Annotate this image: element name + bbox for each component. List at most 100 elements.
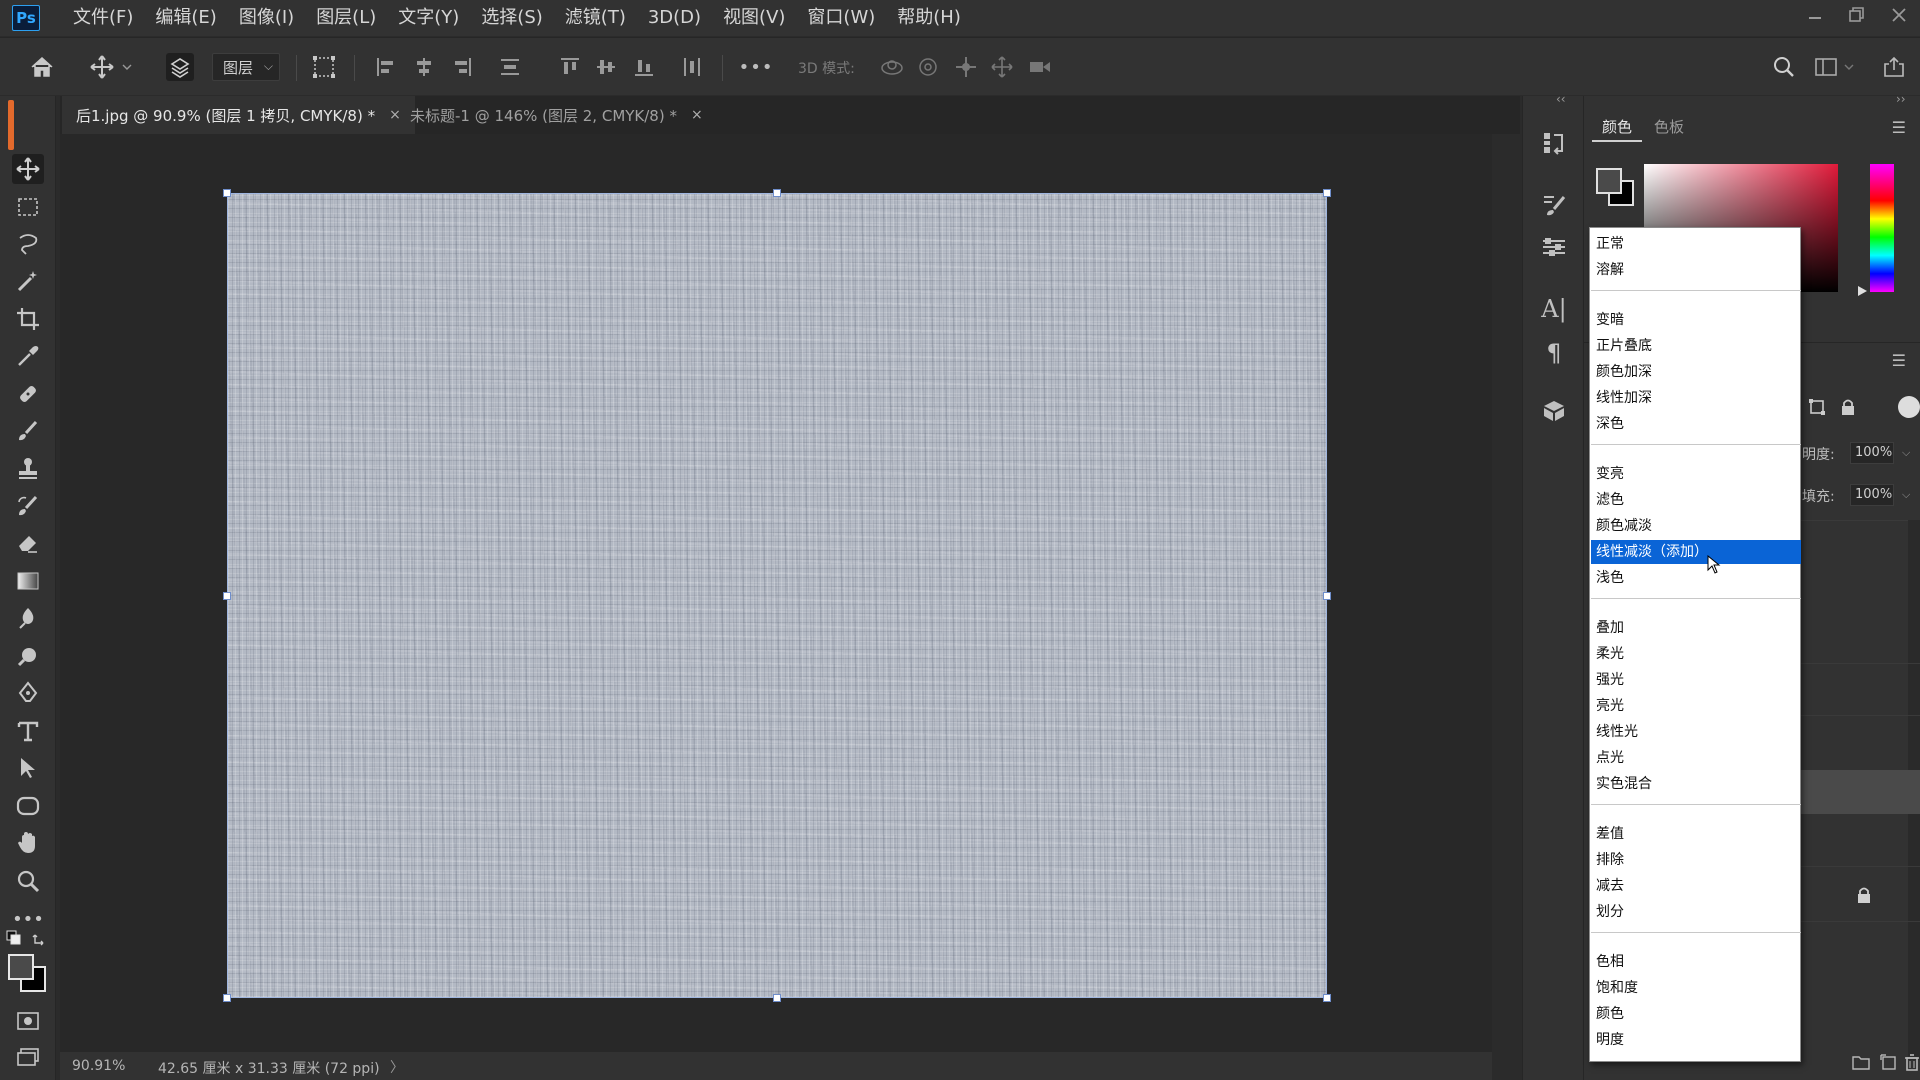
blend-mode-option[interactable]: 变亮 <box>1591 462 1801 486</box>
3d-pan-icon[interactable] <box>952 53 980 81</box>
blend-mode-option[interactable]: 线性光 <box>1591 720 1801 744</box>
blend-mode-option[interactable]: 线性加深 <box>1591 386 1801 410</box>
align-right-icon[interactable] <box>448 53 476 81</box>
blend-mode-option[interactable]: 正常 <box>1591 232 1801 256</box>
minimize-icon[interactable] <box>1794 0 1836 30</box>
blend-mode-option[interactable]: 颜色 <box>1591 1002 1801 1026</box>
close-icon[interactable] <box>1878 0 1920 30</box>
menu-window[interactable]: 窗口(W) <box>796 0 886 36</box>
blend-mode-option[interactable]: 颜色加深 <box>1591 360 1801 384</box>
3d-panel-icon[interactable] <box>1539 396 1569 426</box>
quick-mask-icon[interactable] <box>12 1006 44 1036</box>
panel-grip[interactable] <box>8 100 14 150</box>
menu-type[interactable]: 文字(Y) <box>387 0 470 36</box>
auto-select-icon[interactable] <box>166 53 194 81</box>
history-brush-tool-icon[interactable] <box>12 491 44 521</box>
paragraph-panel-icon[interactable]: ¶ <box>1539 338 1569 368</box>
menu-filter[interactable]: 滤镜(T) <box>554 0 637 36</box>
3d-orbit-icon[interactable] <box>878 53 906 81</box>
transform-handle[interactable] <box>1323 994 1331 1002</box>
panel-menu-icon[interactable]: ☰ <box>1892 351 1906 370</box>
history-panel-icon[interactable] <box>1539 128 1569 158</box>
menu-layer[interactable]: 图层(L) <box>305 0 387 36</box>
align-bottom-icon[interactable] <box>630 53 658 81</box>
adjustments-icon[interactable] <box>1539 232 1569 262</box>
transform-handle[interactable] <box>223 189 231 197</box>
marquee-tool-icon[interactable] <box>12 192 44 222</box>
layer-row-selected[interactable] <box>1792 770 1920 814</box>
restore-icon[interactable] <box>1836 0 1878 30</box>
document-canvas-texture[interactable] <box>223 189 1331 1002</box>
brush-settings-icon[interactable] <box>1539 190 1569 220</box>
gradient-tool-icon[interactable] <box>12 566 44 596</box>
more-options-button[interactable]: ••• <box>739 53 773 81</box>
tab-color[interactable]: 颜色 <box>1592 112 1643 142</box>
blend-mode-option[interactable]: 差值 <box>1591 822 1801 846</box>
blend-mode-option[interactable]: 减去 <box>1591 874 1801 898</box>
transform-handle[interactable] <box>1323 189 1331 197</box>
transform-handle[interactable] <box>223 592 231 600</box>
status-menu-arrow[interactable]: 〉 <box>390 1057 404 1077</box>
path-selection-tool-icon[interactable] <box>12 753 44 783</box>
blend-mode-option[interactable]: 明度 <box>1591 1028 1801 1052</box>
move-tool-icon[interactable] <box>88 53 116 81</box>
3d-roll-icon[interactable] <box>914 53 942 81</box>
align-vertical-center-icon[interactable] <box>592 53 620 81</box>
chevron-down-icon[interactable] <box>120 53 134 81</box>
menu-view[interactable]: 视图(V) <box>712 0 796 36</box>
panel-menu-icon[interactable]: ☰ <box>1892 118 1906 137</box>
tab-document-1[interactable]: 后1.jpg @ 90.9% (图层 1 拷贝, CMYK/8) * × <box>62 96 415 134</box>
character-panel-icon[interactable]: A| <box>1539 294 1569 324</box>
crop-tool-icon[interactable] <box>12 304 44 334</box>
align-horizontal-center-icon[interactable] <box>410 53 438 81</box>
dodge-tool-icon[interactable] <box>12 641 44 671</box>
transform-handle[interactable] <box>1323 592 1331 600</box>
shape-tool-icon[interactable] <box>12 791 44 821</box>
layer-row[interactable] <box>1792 612 1920 664</box>
default-colors-icon[interactable] <box>6 930 22 950</box>
clone-stamp-tool-icon[interactable] <box>12 453 44 483</box>
blend-mode-option[interactable]: 饱和度 <box>1591 976 1801 1000</box>
chevron-down-icon[interactable]: ⌵ <box>1902 488 1910 502</box>
transform-controls-icon[interactable] <box>310 53 338 81</box>
3d-slide-icon[interactable] <box>988 53 1016 81</box>
hue-slider[interactable] <box>1870 164 1894 292</box>
menu-edit[interactable]: 编辑(E) <box>144 0 227 36</box>
menu-image[interactable]: 图像(I) <box>228 0 305 36</box>
share-icon[interactable] <box>1880 53 1908 81</box>
chevron-down-icon[interactable]: ⌵ <box>1902 446 1910 460</box>
eyedropper-tool-icon[interactable] <box>12 341 44 371</box>
lasso-tool-icon[interactable] <box>12 229 44 259</box>
blend-mode-option[interactable]: 滤色 <box>1591 488 1801 512</box>
screen-mode-icon[interactable] <box>12 1042 44 1072</box>
move-tool-icon[interactable] <box>12 154 44 184</box>
blend-mode-option[interactable]: 颜色减淡 <box>1591 514 1801 538</box>
eraser-tool-icon[interactable] <box>12 528 44 558</box>
blend-mode-option[interactable]: 浅色 <box>1591 566 1801 590</box>
blend-mode-option[interactable]: 线性减淡（添加） <box>1591 540 1801 564</box>
blend-mode-option[interactable]: 划分 <box>1591 900 1801 924</box>
panel-foreground-swatch[interactable] <box>1596 168 1622 194</box>
tab-swatches[interactable]: 色板 <box>1644 112 1694 142</box>
opacity-input[interactable]: 100% <box>1850 442 1894 464</box>
menu-help[interactable]: 帮助(H) <box>886 0 972 36</box>
align-left-icon[interactable] <box>372 53 400 81</box>
transform-handle[interactable] <box>223 994 231 1002</box>
blend-mode-option[interactable]: 排除 <box>1591 848 1801 872</box>
close-icon[interactable]: × <box>691 107 703 123</box>
hue-slider-marker[interactable] <box>1858 286 1867 296</box>
healing-brush-tool-icon[interactable] <box>12 379 44 409</box>
blur-tool-icon[interactable] <box>12 603 44 633</box>
workspace-icon[interactable] <box>1812 53 1840 81</box>
pen-tool-icon[interactable] <box>12 678 44 708</box>
new-layer-icon[interactable] <box>1880 1054 1896 1074</box>
lock-all-icon[interactable] <box>1840 398 1856 420</box>
3d-scale-camera-icon[interactable] <box>1026 53 1054 81</box>
blend-mode-option[interactable]: 点光 <box>1591 746 1801 770</box>
brush-tool-icon[interactable] <box>12 416 44 446</box>
blend-mode-option[interactable]: 强光 <box>1591 668 1801 692</box>
transform-handle[interactable] <box>773 994 781 1002</box>
tab-document-2[interactable]: 未标题-1 @ 146% (图层 2, CMYK/8) * × <box>396 96 717 134</box>
home-icon[interactable] <box>28 53 56 81</box>
distribute-vertical-icon[interactable] <box>496 53 524 81</box>
